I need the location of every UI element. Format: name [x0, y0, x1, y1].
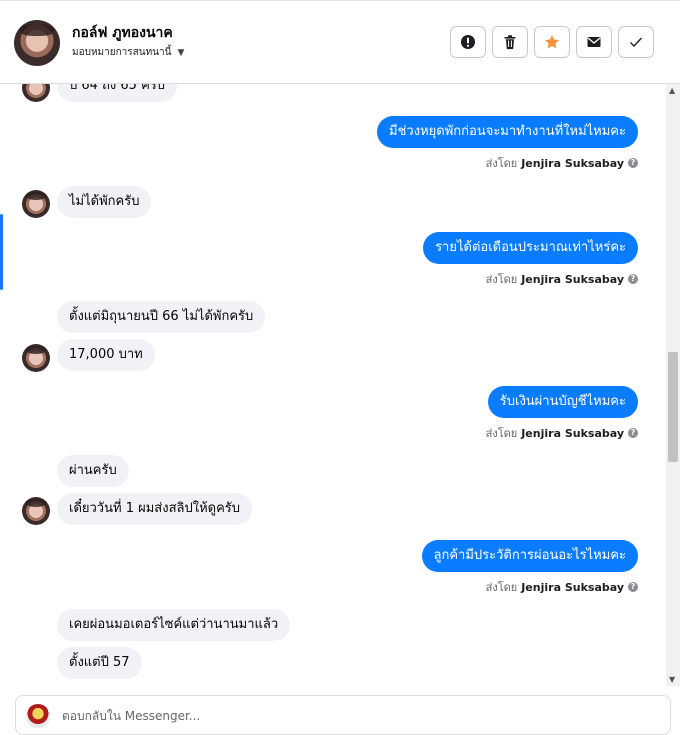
message-bubble-outgoing[interactable]: มีช่วงหยุดพักก่อนจะมาทำงานที่ใหม่ไหมคะ — [377, 116, 638, 148]
delete-button[interactable] — [492, 26, 528, 58]
assign-conversation-dropdown[interactable]: มอบหมายการสนทนานี้ ▼ — [72, 45, 184, 60]
message-bubble-incoming[interactable]: ผ่านครับ — [57, 455, 129, 487]
reply-composer — [15, 695, 671, 735]
contact-avatar-small — [22, 497, 50, 525]
sent-by-label: ส่งโดย Jenjira Suksabay ? — [486, 270, 638, 288]
sender-name[interactable]: Jenjira Suksabay — [521, 427, 624, 440]
contact-avatar-small — [22, 84, 50, 102]
contact-avatar[interactable] — [14, 20, 60, 66]
mark-done-button[interactable] — [618, 26, 654, 58]
message-bubble-incoming[interactable]: ไม่ได้พักครับ — [57, 186, 152, 218]
mark-spam-button[interactable] — [450, 26, 486, 58]
help-icon[interactable]: ? — [628, 582, 638, 592]
message-bubble-incoming[interactable]: เดี๋ยววันที่ 1 ผมส่งสลิปให้ดูครับ — [57, 493, 253, 525]
contact-avatar-small — [22, 190, 50, 218]
scroll-up-arrow-icon[interactable]: ▲ — [669, 86, 675, 95]
assign-label: มอบหมายการสนทนานี้ — [72, 47, 172, 58]
message-bubble-outgoing[interactable]: รายได้ต่อเดือนประมาณเท่าไหร่คะ — [423, 232, 638, 264]
sent-by-label: ส่งโดย Jenjira Suksabay ? — [486, 578, 638, 596]
contact-name[interactable]: กอล์ฟ ภูทองนาค — [72, 22, 173, 44]
contact-avatar-small — [22, 344, 50, 372]
scrollbar-thumb[interactable] — [668, 352, 678, 462]
sent-by-label: ส่งโดย Jenjira Suksabay ? — [486, 154, 638, 172]
email-button[interactable] — [576, 26, 612, 58]
help-icon[interactable]: ? — [628, 274, 638, 284]
sent-by-prefix: ส่งโดย — [485, 273, 518, 286]
message-bubble-incoming[interactable]: เคยผ่อนมอเตอร์ไซค์แต่ว่านานมาแล้ว — [57, 609, 291, 641]
message-bubble-outgoing[interactable]: ลูกค้ามีประวัติการผ่อนอะไรไหมคะ — [421, 540, 638, 572]
caret-down-icon: ▼ — [177, 47, 185, 58]
envelope-icon — [587, 37, 601, 47]
trash-icon — [504, 35, 516, 50]
sender-name[interactable]: Jenjira Suksabay — [521, 157, 624, 170]
thread-scrollbar[interactable]: ▲ ▼ — [666, 84, 680, 686]
conversation-header: กอล์ฟ ภูทองนาค มอบหมายการสนทนานี้ ▼ — [0, 4, 680, 84]
star-button[interactable] — [534, 26, 570, 58]
message-bubble-incoming[interactable]: ปี 64 ถึง 65 ครับ — [57, 84, 178, 102]
sent-by-prefix: ส่งโดย — [485, 157, 518, 170]
star-icon — [545, 35, 559, 49]
exclamation-circle-icon — [461, 35, 475, 49]
active-marker — [0, 214, 3, 290]
reply-input[interactable] — [60, 706, 654, 726]
help-icon[interactable]: ? — [628, 158, 638, 168]
sent-by-prefix: ส่งโดย — [485, 427, 518, 440]
message-thread: ปี 64 ถึง 65 ครับ มีช่วงหยุดพักก่อนจะมาท… — [0, 84, 666, 686]
help-icon[interactable]: ? — [628, 428, 638, 438]
sent-by-prefix: ส่งโดย — [485, 581, 518, 594]
checkmark-icon — [630, 37, 643, 48]
scroll-down-arrow-icon[interactable]: ▼ — [669, 675, 675, 684]
message-bubble-outgoing[interactable]: รับเงินผ่านบัญชีไหมคะ — [487, 386, 638, 418]
sent-by-label: ส่งโดย Jenjira Suksabay ? — [486, 424, 638, 442]
page-avatar — [26, 704, 50, 728]
action-toolbar — [450, 26, 654, 58]
message-bubble-incoming[interactable]: ตั้งแต่ปี 57 — [57, 647, 142, 679]
message-bubble-incoming[interactable]: ตั้งแต่มิถุนายนปี 66 ไม่ได้พักครับ — [57, 301, 266, 333]
sender-name[interactable]: Jenjira Suksabay — [521, 581, 624, 594]
message-bubble-incoming[interactable]: 17,000 บาท — [57, 339, 155, 371]
sender-name[interactable]: Jenjira Suksabay — [521, 273, 624, 286]
